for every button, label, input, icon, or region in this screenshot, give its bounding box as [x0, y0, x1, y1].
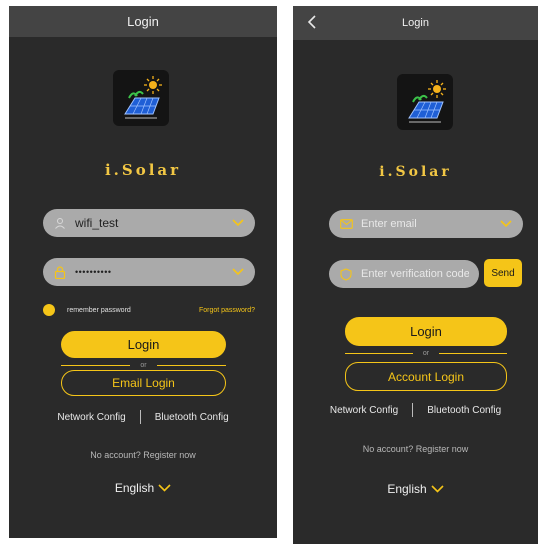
divider-line: [345, 352, 413, 354]
email-login-screen: Login i.Solar Enter email Enter verifica…: [293, 6, 538, 544]
chevron-down-icon[interactable]: [158, 484, 171, 492]
or-divider: or: [345, 348, 508, 358]
brand-name: i.Solar: [104, 161, 182, 179]
network-config-link[interactable]: Network Config: [330, 405, 398, 416]
bluetooth-config-link[interactable]: Bluetooth Config: [427, 405, 501, 416]
account-login-button[interactable]: Account Login: [345, 362, 507, 391]
or-label: or: [422, 349, 430, 357]
divider-line: [439, 352, 508, 354]
divider-line: [61, 364, 131, 366]
config-row: Network Config Bluetooth Config: [9, 409, 277, 425]
envelope-icon: [339, 217, 353, 231]
network-config-link[interactable]: Network Config: [57, 412, 125, 423]
page-title: Login: [402, 17, 429, 29]
login-button[interactable]: Login: [345, 317, 507, 346]
login-button[interactable]: Login: [61, 331, 226, 358]
user-icon: [53, 216, 67, 230]
send-code-button[interactable]: Send: [484, 259, 522, 287]
language-selector[interactable]: English: [9, 481, 277, 495]
solar-panel-sun-icon: [113, 70, 169, 126]
separator: [139, 410, 141, 424]
register-link[interactable]: No account? Register now: [293, 444, 538, 454]
remember-password-label: remember password: [67, 306, 131, 314]
remember-password-checkbox[interactable]: [43, 304, 55, 316]
register-link[interactable]: No account? Register now: [9, 450, 277, 460]
chevron-down-icon[interactable]: [231, 216, 245, 230]
language-label[interactable]: English: [115, 481, 154, 495]
email-field[interactable]: [329, 210, 523, 238]
separator: [412, 403, 414, 417]
forgot-password-link[interactable]: Forgot password?: [199, 307, 255, 314]
username-value[interactable]: wifi_test: [75, 216, 231, 230]
or-label: or: [140, 361, 147, 369]
brand-name: i.Solar: [379, 164, 452, 180]
password-value[interactable]: ••••••••••: [75, 267, 231, 277]
page-title: Login: [127, 14, 159, 29]
remember-row: remember password Forgot password?: [43, 303, 255, 317]
password-field[interactable]: ••••••••••: [43, 258, 255, 286]
verification-code-field[interactable]: [329, 260, 479, 288]
divider-line: [156, 364, 227, 366]
bluetooth-config-link[interactable]: Bluetooth Config: [155, 412, 229, 423]
chevron-down-icon[interactable]: [431, 485, 444, 493]
language-label[interactable]: English: [387, 482, 426, 496]
or-divider: or: [61, 360, 227, 370]
verification-code-input[interactable]: [361, 268, 469, 280]
email-login-button[interactable]: Email Login: [61, 370, 226, 396]
username-field[interactable]: wifi_test: [43, 209, 255, 237]
top-bar: Login: [293, 6, 538, 40]
chevron-left-icon[interactable]: [303, 12, 321, 32]
language-selector[interactable]: English: [293, 482, 538, 496]
shield-icon: [339, 267, 353, 281]
chevron-down-icon[interactable]: [499, 217, 513, 231]
config-row: Network Config Bluetooth Config: [293, 402, 538, 418]
lock-icon: [53, 265, 67, 279]
chevron-down-icon[interactable]: [231, 265, 245, 279]
top-bar: Login: [9, 6, 277, 37]
solar-panel-sun-icon: [397, 74, 453, 130]
login-screen: Login i.Solar wifi_test •••••••••• remem…: [9, 6, 277, 538]
email-input[interactable]: [361, 218, 499, 230]
